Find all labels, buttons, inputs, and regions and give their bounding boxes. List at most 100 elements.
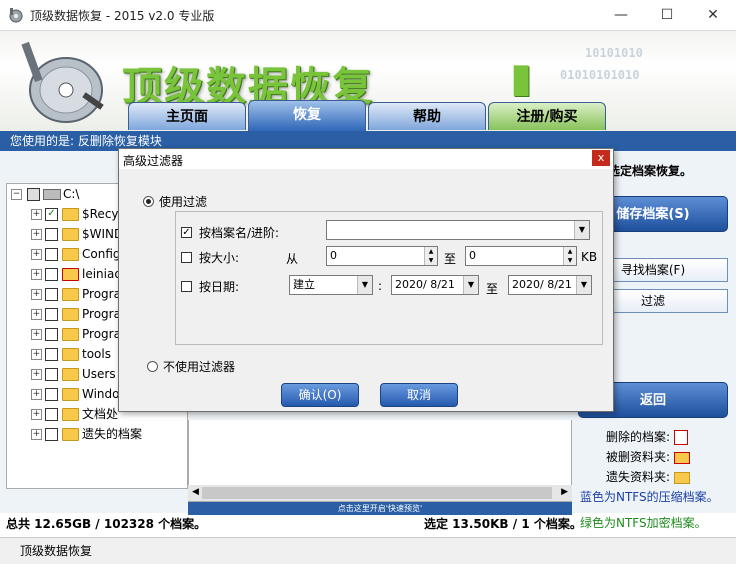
- folder-icon: [62, 248, 79, 261]
- no-filter-radio[interactable]: [147, 361, 158, 372]
- app-icon: [8, 7, 24, 23]
- tree-item-checkbox[interactable]: [45, 308, 58, 321]
- tree-item-label: 遗失的档案: [82, 427, 143, 441]
- maximize-button[interactable]: ☐: [644, 0, 690, 30]
- tree-item-checkbox[interactable]: [45, 408, 58, 421]
- by-size-checkbox[interactable]: [181, 252, 192, 263]
- dialog-title-bar: 高级过滤器 x: [119, 149, 613, 169]
- expand-icon[interactable]: +: [31, 389, 42, 400]
- folder-icon: [62, 348, 79, 361]
- date-to-value: 2020/ 8/21: [512, 278, 572, 291]
- date-to-picker[interactable]: 2020/ 8/21 ▼: [508, 275, 592, 295]
- use-filter-radio[interactable]: [143, 196, 154, 207]
- tree-item-checkbox[interactable]: [45, 268, 58, 281]
- chevron-down-icon[interactable]: ▼: [463, 276, 478, 294]
- tree-item-label: Progra: [82, 307, 121, 321]
- binary-decoration-top: 10101010: [585, 46, 643, 60]
- date-type-select[interactable]: 建立 ▼: [289, 275, 373, 295]
- horizontal-scrollbar[interactable]: ◀ ▶: [188, 485, 572, 501]
- tree-item-checkbox[interactable]: [45, 348, 58, 361]
- minimize-button[interactable]: —: [598, 0, 644, 30]
- quick-preview-hint[interactable]: 点击这里开启'快速预览': [188, 502, 572, 515]
- size-to-label: 至: [444, 252, 457, 266]
- expand-icon[interactable]: +: [31, 209, 42, 220]
- tree-root-checkbox[interactable]: [27, 188, 40, 201]
- size-to-spinner[interactable]: ▲ ▼: [563, 247, 576, 265]
- expand-icon[interactable]: +: [31, 229, 42, 240]
- folder-icon: [62, 428, 79, 441]
- legend-deleted-folder-label: 被删资料夹:: [606, 450, 671, 464]
- legend-lost-folder: 遗失资料夹:: [606, 468, 690, 485]
- tree-item-checkbox[interactable]: [45, 328, 58, 341]
- dialog-close-button[interactable]: x: [592, 150, 610, 166]
- tab-register[interactable]: 注册/购买: [488, 102, 606, 130]
- tree-item-checkbox[interactable]: [45, 288, 58, 301]
- cancel-button[interactable]: 取消: [380, 383, 458, 407]
- folder-icon: [62, 408, 79, 421]
- tree-item-checkbox[interactable]: [45, 428, 58, 441]
- expand-icon[interactable]: +: [31, 409, 42, 420]
- chevron-down-icon[interactable]: ▼: [576, 276, 591, 294]
- expand-icon[interactable]: +: [31, 289, 42, 300]
- legend-lost-folder-label: 遗失资料夹:: [606, 470, 671, 484]
- folder-icon: [62, 328, 79, 341]
- tree-item-label: tools: [82, 347, 111, 361]
- expand-icon[interactable]: +: [31, 309, 42, 320]
- status-bar-text: 顶级数据恢复: [20, 544, 93, 558]
- tree-item-checkbox[interactable]: [45, 388, 58, 401]
- tree-item-label: Progra: [82, 287, 121, 301]
- size-unit: KB: [581, 250, 598, 264]
- scroll-right-icon[interactable]: ▶: [561, 487, 568, 497]
- date-from-picker[interactable]: 2020/ 8/21 ▼: [391, 275, 479, 295]
- size-from-label: 从: [286, 252, 299, 266]
- scroll-left-icon[interactable]: ◀: [192, 487, 199, 497]
- size-to-input[interactable]: 0 ▲ ▼: [465, 246, 577, 266]
- tree-item-label: Config: [82, 247, 121, 261]
- chevron-down-icon[interactable]: ▼: [357, 276, 372, 294]
- binary-decoration-bottom: 01010101010: [560, 68, 640, 82]
- tree-item-checkbox[interactable]: [45, 248, 58, 261]
- tree-item-checkbox[interactable]: [45, 368, 58, 381]
- chevron-down-icon[interactable]: ▼: [574, 221, 589, 239]
- tree-item-checkbox[interactable]: ✓: [45, 208, 58, 221]
- size-from-input[interactable]: 0 ▲ ▼: [326, 246, 438, 266]
- expand-icon[interactable]: +: [31, 329, 42, 340]
- by-size-label: 按大小:: [199, 251, 240, 265]
- tab-help[interactable]: 帮助: [368, 102, 486, 130]
- blue-note: 蓝色为NTFS的压缩档案。: [580, 490, 719, 504]
- total-status: 总共 12.65GB / 102328 个档案。: [6, 517, 207, 531]
- tree-item-label: leiniao: [82, 267, 122, 281]
- size-from-spinner[interactable]: ▲ ▼: [424, 247, 437, 265]
- tab-recover[interactable]: 恢复: [248, 100, 366, 131]
- tab-home[interactable]: 主页面: [128, 102, 246, 130]
- folder-icon: [62, 208, 79, 221]
- expand-icon[interactable]: +: [31, 349, 42, 360]
- deleted-file-icon: [673, 430, 688, 445]
- scroll-thumb[interactable]: [202, 487, 552, 499]
- by-name-checkbox[interactable]: ✓: [181, 227, 192, 238]
- green-note: 绿色为NTFS加密档案。: [580, 516, 707, 530]
- expand-icon[interactable]: +: [31, 369, 42, 380]
- size-from-value: 0: [330, 249, 337, 262]
- collapse-icon[interactable]: −: [11, 189, 22, 200]
- folder-icon: [62, 388, 79, 401]
- by-date-checkbox[interactable]: [181, 281, 192, 292]
- lost-folder-icon: [673, 471, 690, 484]
- by-name-label: 按档案名/进阶:: [199, 226, 280, 240]
- date-type-value: 建立: [293, 278, 315, 291]
- right-instruction: 选定档案恢复。: [608, 164, 693, 178]
- tree-item-label: Users: [82, 367, 116, 381]
- close-button[interactable]: ✕: [690, 0, 736, 30]
- expand-icon[interactable]: +: [31, 249, 42, 260]
- ok-button[interactable]: 确认(O): [281, 383, 359, 407]
- name-filter-input[interactable]: ▼: [326, 220, 590, 240]
- advanced-filter-dialog: 高级过滤器 x 使用过滤 ✓ 按档案名/进阶: ▼ 按大小: 从 0 ▲ ▼ 至 …: [118, 148, 614, 412]
- tree-root-label: C:\: [63, 187, 80, 201]
- expand-icon[interactable]: +: [31, 269, 42, 280]
- expand-icon[interactable]: +: [31, 429, 42, 440]
- tree-item-checkbox[interactable]: [45, 228, 58, 241]
- drive-icon: [43, 189, 61, 200]
- no-filter-label: 不使用过滤器: [163, 360, 236, 374]
- date-colon: :: [378, 279, 383, 293]
- date-from-value: 2020/ 8/21: [395, 278, 455, 291]
